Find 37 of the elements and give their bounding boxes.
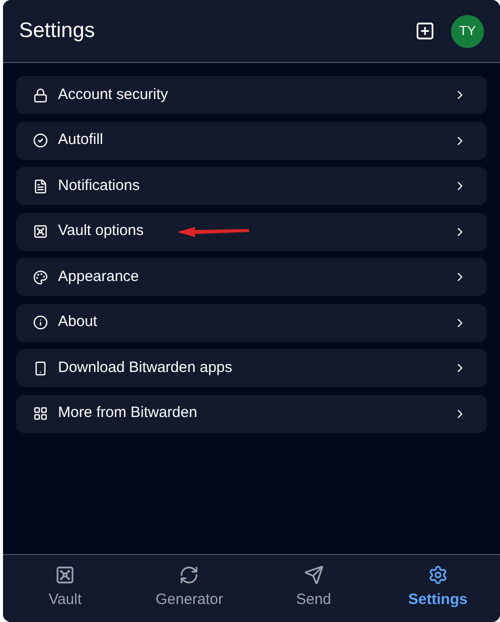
item-label: About (58, 312, 98, 332)
add-icon (415, 21, 435, 41)
phone-icon (33, 360, 48, 376)
palette-icon (33, 270, 48, 284)
item-label: More from Bitwarden (58, 403, 198, 424)
send-icon (304, 565, 324, 586)
lock-icon (33, 88, 48, 102)
document-icon (33, 178, 48, 194)
settings-item[interactable]: Vault options (16, 212, 487, 250)
info-icon (33, 315, 48, 330)
nav-tab[interactable]: Vault (3, 555, 128, 622)
new-item-button[interactable] (415, 21, 435, 41)
item-label: Vault options (58, 221, 144, 242)
page-title: Settings (19, 18, 95, 44)
nav-tab[interactable]: Settings (376, 555, 500, 622)
generator-icon (179, 565, 200, 586)
settings-item[interactable]: About (16, 304, 487, 342)
nav-tab[interactable]: Send (252, 555, 376, 622)
item-label: Autofill (58, 130, 104, 150)
annotation-arrow (177, 224, 249, 240)
settings-item[interactable]: Autofill (16, 122, 487, 160)
item-label: Download Bitwarden apps (58, 358, 232, 378)
settings-item[interactable]: Download Bitwarden apps (16, 349, 487, 387)
item-label: Notifications (58, 176, 140, 196)
check-circle-icon (33, 133, 48, 148)
vault-icon (55, 565, 76, 586)
settings-item[interactable]: More from Bitwarden (16, 394, 487, 432)
item-label: Appearance (58, 266, 139, 287)
settings-item[interactable]: Appearance (16, 258, 487, 296)
settings-item[interactable]: Account security (16, 76, 487, 114)
account-avatar[interactable]: TY (451, 14, 484, 48)
settings-item[interactable]: Notifications (16, 167, 487, 205)
settings-icon (428, 565, 448, 586)
vault-icon (33, 224, 48, 239)
grid-icon (33, 406, 48, 421)
nav-tab[interactable]: Generator (127, 555, 252, 622)
item-label: Account security (58, 84, 168, 105)
